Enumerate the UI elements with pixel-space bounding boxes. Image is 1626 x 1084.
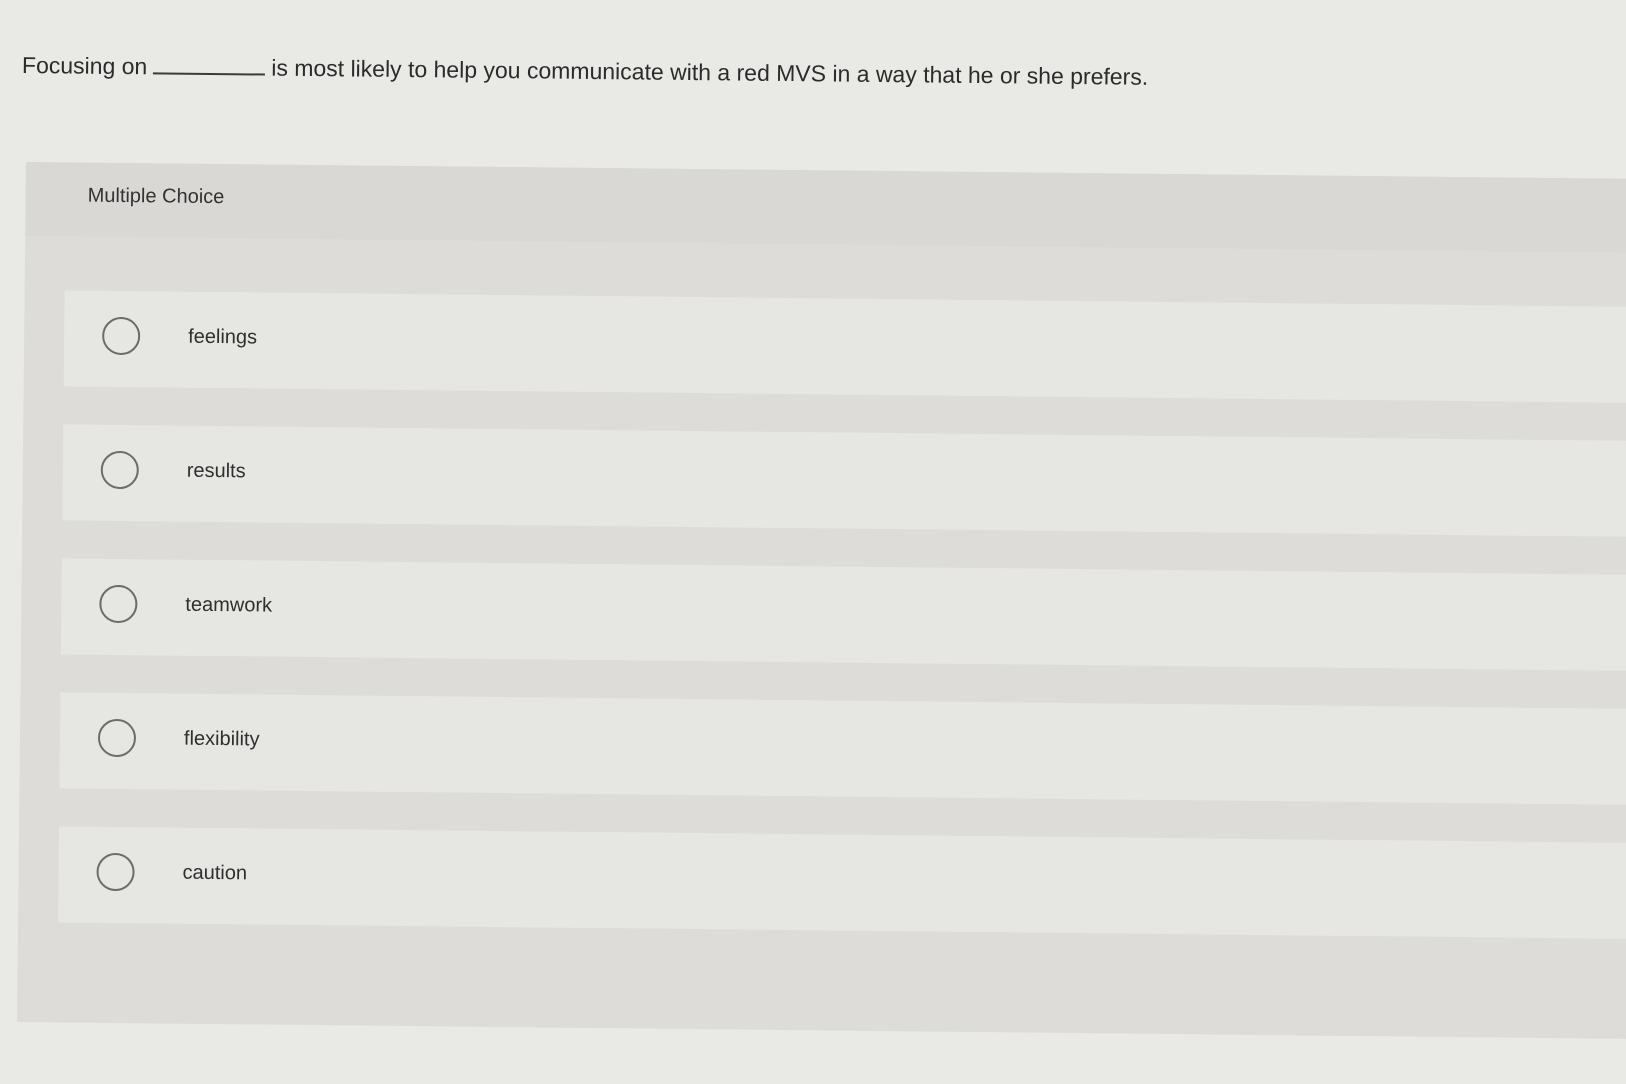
answer-blank: [153, 54, 266, 76]
question-prefix: Focusing on: [21, 52, 148, 80]
radio-button[interactable]: [100, 450, 139, 490]
radio-button[interactable]: [99, 584, 138, 624]
option-label: teamwork: [185, 593, 273, 617]
option-caution[interactable]: caution: [58, 826, 1626, 940]
options-list: feelings results teamwork flexibility ca…: [58, 290, 1626, 977]
radio-button[interactable]: [96, 852, 135, 892]
radio-button[interactable]: [97, 718, 137, 758]
multiple-choice-card: Multiple Choice feelings results teamwor…: [16, 162, 1626, 1040]
option-label: caution: [182, 861, 248, 885]
question-text: Focusing on is most likely to help you co…: [22, 50, 1149, 92]
option-label: results: [186, 459, 246, 483]
option-feelings[interactable]: feelings: [63, 290, 1626, 404]
option-label: feelings: [188, 325, 258, 349]
radio-button[interactable]: [101, 316, 141, 356]
option-label: flexibility: [183, 727, 260, 751]
option-teamwork[interactable]: teamwork: [60, 558, 1626, 672]
option-results[interactable]: results: [62, 424, 1626, 538]
option-flexibility[interactable]: flexibility: [59, 692, 1626, 806]
question-suffix: is most likely to help you communicate w…: [271, 54, 1149, 90]
multiple-choice-title: Multiple Choice: [87, 184, 225, 209]
multiple-choice-header: Multiple Choice: [25, 162, 1626, 254]
